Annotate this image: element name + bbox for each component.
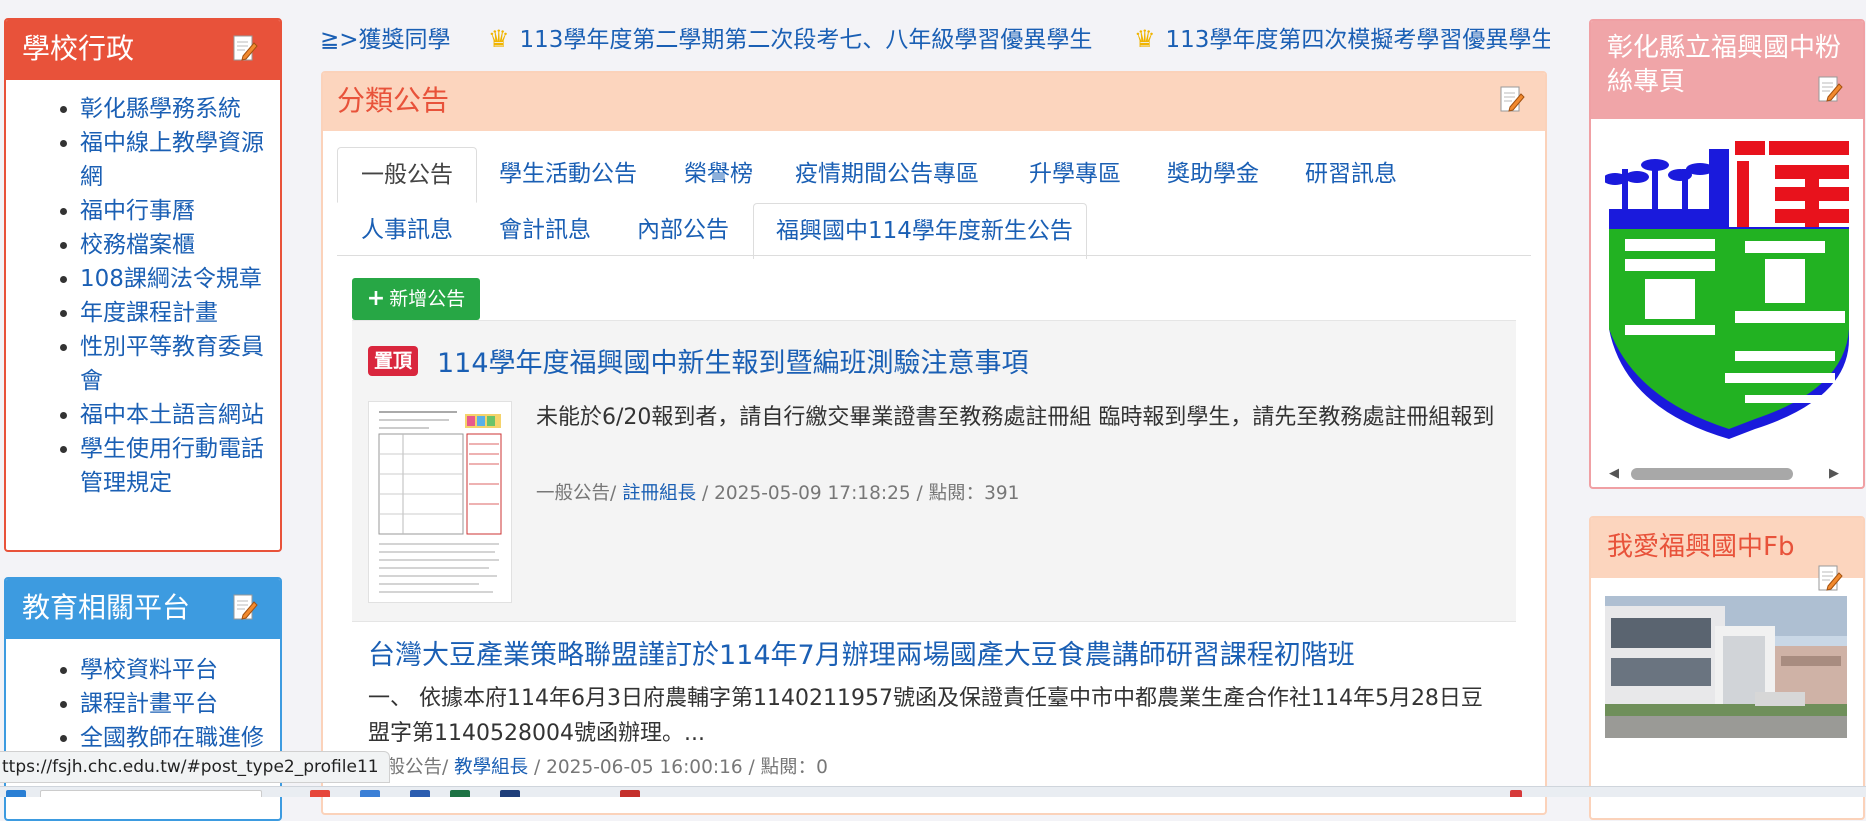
marquee-entry[interactable]: ♛ 113學年度第四次模擬考學習優異學生 xyxy=(1134,20,1550,54)
facebook-panel: 我愛福興國中Fb xyxy=(1589,516,1865,820)
list-item[interactable]: 課程計畫平台 xyxy=(80,687,266,721)
pinned-post: 置頂 114學年度福興國中新生報到暨編班測驗注意事項 未能於6/20報到者，請自… xyxy=(352,320,1516,622)
edit-icon[interactable] xyxy=(1499,85,1525,113)
list-item[interactable]: 學生使用行動電話管理規定 xyxy=(80,432,266,500)
admin-link[interactable]: 福中線上教學資源網 xyxy=(80,130,264,190)
tab-internal[interactable]: 內部公告 xyxy=(637,203,729,259)
school-logo[interactable] xyxy=(1605,129,1849,451)
post-meta: 一般公告/ 教學組長 / 2025-06-05 16:00:16 / 點閱：0 xyxy=(368,753,828,779)
scroll-left-icon[interactable]: ◀ xyxy=(1609,466,1619,481)
horizontal-scrollbar[interactable]: ◀ ▶ xyxy=(1609,465,1843,483)
marquee-link[interactable]: ≧>獲獎同學 xyxy=(320,20,451,54)
list-item[interactable]: 全國教師在職進修 xyxy=(80,721,266,755)
post-author-link[interactable]: 教學組長 xyxy=(454,757,528,778)
list-item[interactable]: 性別平等教育委員會 xyxy=(80,330,266,398)
crown-icon: ♛ xyxy=(1134,25,1156,53)
post-date-views: / 2025-05-09 17:18:25 / 點閱：391 xyxy=(702,483,1020,504)
admin-link[interactable]: 年度課程計畫 xyxy=(80,300,218,326)
admin-link[interactable]: 學生使用行動電話管理規定 xyxy=(80,436,264,496)
edu-platform-panel: 教育相關平台 學校資料平台 課程計畫平台 全國教師在職進修 xyxy=(4,577,282,821)
edit-icon[interactable] xyxy=(1817,75,1843,103)
announcement-panel-header: 分類公告 xyxy=(323,73,1545,131)
tab-student-activity[interactable]: 學生活動公告 xyxy=(499,147,637,203)
fanpage-panel: 彰化縣立福興國中粉絲專頁 ◀ ▶ xyxy=(1589,19,1865,489)
announcement-panel: 分類公告 一般公告 學生活動公告 榮譽榜 疫情期間公告專區 升學專區 獎助學金 … xyxy=(321,71,1547,815)
edit-icon[interactable] xyxy=(232,593,258,621)
fanpage-panel-title: 彰化縣立福興國中粉絲專頁 xyxy=(1607,33,1842,97)
marquee-link[interactable]: 113學年度第四次模擬考學習優異學生 xyxy=(1166,27,1550,53)
admin-panel-header: 學校行政 xyxy=(6,20,280,80)
facebook-panel-title: 我愛福興國中Fb xyxy=(1607,532,1795,562)
taskbar xyxy=(0,786,1866,797)
announcement-panel-title: 分類公告 xyxy=(337,84,450,117)
news-marquee: ≧>獲獎同學 ♛ 113學年度第二學期第二次段考七、八年級學習優異學生 ♛ 113學… xyxy=(320,18,1550,54)
list-item[interactable]: 學校資料平台 xyxy=(80,653,266,687)
edu-link[interactable]: 課程計畫平台 xyxy=(80,691,218,717)
edu-panel-header: 教育相關平台 xyxy=(6,579,280,639)
tab-pandemic[interactable]: 疫情期間公告專區 xyxy=(795,147,979,203)
post-thumbnail[interactable] xyxy=(368,401,512,603)
scrollbar-thumb[interactable] xyxy=(1631,468,1793,480)
add-announcement-label: 新增公告 xyxy=(389,288,466,310)
list-item[interactable]: 福中行事曆 xyxy=(80,194,266,228)
tab-general[interactable]: 一般公告 xyxy=(337,147,477,203)
edu-panel-title: 教育相關平台 xyxy=(22,591,191,624)
list-item[interactable]: 108課綱法令規章 xyxy=(80,262,266,296)
status-bar-url: ttps://fsjh.chc.edu.tw/#post_type2_profi… xyxy=(0,751,390,783)
edit-icon[interactable] xyxy=(1817,564,1843,592)
crown-icon: ♛ xyxy=(488,25,510,53)
post-excerpt: 一、 依據本府114年6月3日府農輔字第1140211957號函及保證責任臺中市… xyxy=(368,686,1483,746)
marquee-entry[interactable]: ♛ 113學年度第二學期第二次段考七、八年級學習優異學生 xyxy=(488,20,1092,54)
tab-workshop[interactable]: 研習訊息 xyxy=(1305,147,1397,203)
edit-icon[interactable] xyxy=(232,34,258,62)
marquee-link[interactable]: 113學年度第二學期第二次段考七、八年級學習優異學生 xyxy=(520,27,1093,53)
edu-link[interactable]: 學校資料平台 xyxy=(80,657,218,683)
list-item[interactable]: 彰化縣學務系統 xyxy=(80,92,266,126)
list-item[interactable]: 福中本土語言網站 xyxy=(80,398,266,432)
edu-link-list: 學校資料平台 課程計畫平台 全國教師在職進修 xyxy=(6,639,280,755)
admin-link[interactable]: 校務檔案櫃 xyxy=(80,232,195,258)
admin-link[interactable]: 福中行事曆 xyxy=(80,198,195,224)
post-title-link[interactable]: 台灣大豆產業策略聯盟謹訂於114年7月辦理兩場國產大豆食農講師研習課程初階班 xyxy=(368,633,1355,672)
tab-scholarship[interactable]: 獎助學金 xyxy=(1167,147,1259,203)
scroll-right-icon[interactable]: ▶ xyxy=(1829,466,1839,481)
pinned-badge: 置頂 xyxy=(368,346,419,376)
edu-link[interactable]: 全國教師在職進修 xyxy=(80,725,264,751)
admin-link[interactable]: 性別平等教育委員會 xyxy=(80,334,264,394)
post-category: 一般公告/ xyxy=(536,483,617,504)
admin-panel: 學校行政 彰化縣學務系統 福中線上教學資源網 福中行事曆 校務檔案櫃 108課綱… xyxy=(4,18,282,552)
school-building-photo[interactable] xyxy=(1605,596,1847,738)
tab-further-study[interactable]: 升學專區 xyxy=(1029,147,1121,203)
add-announcement-button[interactable]: + 新增公告 xyxy=(352,278,480,320)
list-item[interactable]: 福中線上教學資源網 xyxy=(80,126,266,194)
plus-icon: + xyxy=(366,286,386,311)
admin-link[interactable]: 108課綱法令規章 xyxy=(80,266,262,292)
admin-link[interactable]: 彰化縣學務系統 xyxy=(80,96,241,122)
post-date-views: / 2025-06-05 16:00:16 / 點閱：0 xyxy=(534,757,828,778)
admin-panel-title: 學校行政 xyxy=(22,32,135,65)
post-author-link[interactable]: 註冊組長 xyxy=(622,483,696,504)
post-title-link[interactable]: 114學年度福興國中新生報到暨編班測驗注意事項 xyxy=(437,341,1029,380)
admin-link-list: 彰化縣學務系統 福中線上教學資源網 福中行事曆 校務檔案櫃 108課綱法令規章 … xyxy=(6,80,280,500)
category-tabs: 一般公告 學生活動公告 榮譽榜 疫情期間公告專區 升學專區 獎助學金 研習訊息 … xyxy=(337,147,1531,259)
admin-link[interactable]: 福中本土語言網站 xyxy=(80,402,264,428)
tab-honor-roll[interactable]: 榮譽榜 xyxy=(684,147,753,203)
facebook-panel-header: 我愛福興國中Fb xyxy=(1591,518,1863,591)
fanpage-panel-header: 彰化縣立福興國中粉絲專頁 xyxy=(1591,21,1863,119)
post-excerpt: 未能於6/20報到者，請自行繳交畢業證書至教務處註冊組 臨時報到學生，請先至教務… xyxy=(536,405,1495,430)
tab-personnel[interactable]: 人事訊息 xyxy=(361,203,453,259)
tab-new-students[interactable]: 福興國中114學年度新生公告 xyxy=(753,203,1087,259)
post-meta: 一般公告/ 註冊組長 / 2025-05-09 17:18:25 / 點閱：39… xyxy=(536,479,1019,505)
tab-accounting[interactable]: 會計訊息 xyxy=(499,203,591,259)
list-item[interactable]: 校務檔案櫃 xyxy=(80,228,266,262)
list-item[interactable]: 年度課程計畫 xyxy=(80,296,266,330)
